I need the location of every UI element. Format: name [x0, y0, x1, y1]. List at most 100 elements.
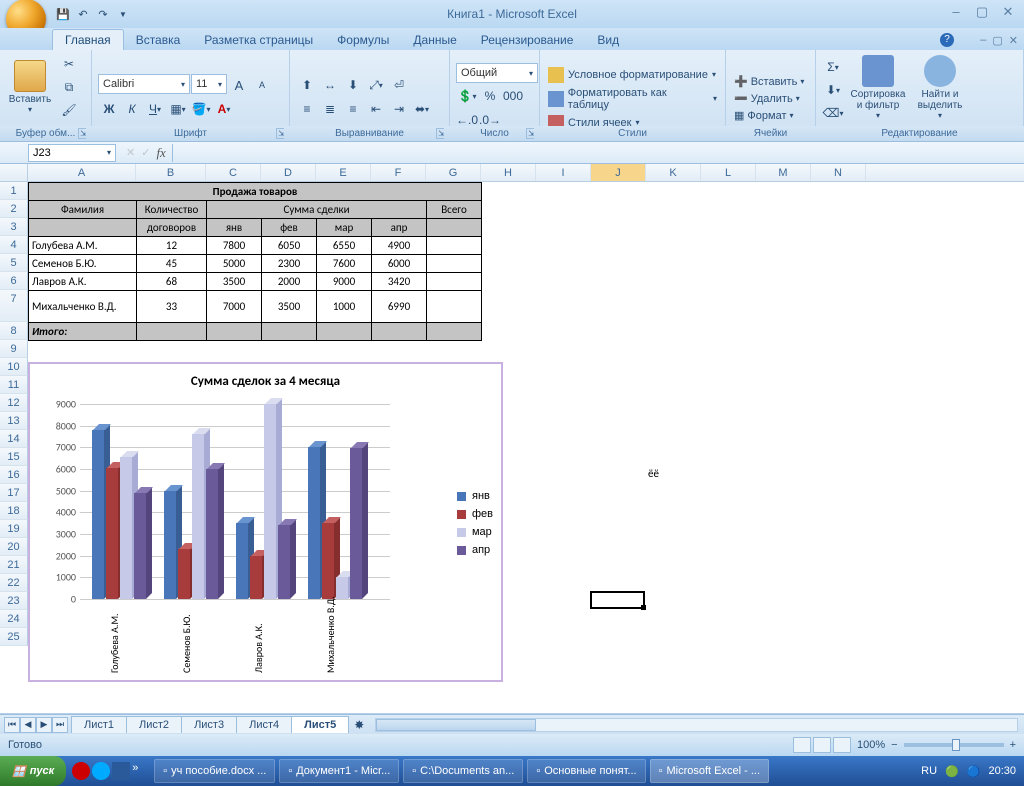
- tab-review[interactable]: Рецензирование: [469, 30, 586, 50]
- underline-button[interactable]: Ч▾: [144, 98, 166, 120]
- cut-icon[interactable]: ✂: [58, 53, 80, 75]
- tab-view[interactable]: Вид: [585, 30, 631, 50]
- row-header[interactable]: 11: [0, 376, 28, 394]
- row-header[interactable]: 8: [0, 322, 28, 340]
- ql-opera-icon[interactable]: [72, 762, 90, 780]
- row-header[interactable]: 21: [0, 556, 28, 574]
- row-header[interactable]: 16: [0, 466, 28, 484]
- taskbar-item[interactable]: ▫Основные понят...: [527, 759, 645, 783]
- wrap-text-icon[interactable]: ⏎: [388, 74, 410, 96]
- row-header[interactable]: 19: [0, 520, 28, 538]
- row-header[interactable]: 6: [0, 272, 28, 290]
- delete-cells-button[interactable]: ➖Удалить▾: [732, 91, 802, 106]
- formula-input[interactable]: [172, 144, 1024, 162]
- fill-color-icon[interactable]: 🪣▾: [190, 98, 212, 120]
- align-top-icon[interactable]: ⬆: [296, 74, 318, 96]
- row-header[interactable]: 12: [0, 394, 28, 412]
- tab-nav-first-icon[interactable]: ⏮: [4, 717, 20, 733]
- view-buttons[interactable]: [793, 737, 851, 753]
- copy-icon[interactable]: ⧉: [58, 76, 80, 98]
- format-cells-button[interactable]: ▦Формат▾: [732, 108, 796, 123]
- sheet-tab[interactable]: Лист3: [181, 716, 237, 733]
- tab-layout[interactable]: Разметка страницы: [192, 30, 325, 50]
- borders-icon[interactable]: ▦▾: [167, 98, 189, 120]
- row-header[interactable]: 1: [0, 182, 28, 200]
- paste-button[interactable]: Вставить ▾: [6, 53, 54, 121]
- fx-icon[interactable]: fx: [156, 145, 165, 161]
- tab-home[interactable]: Главная: [52, 29, 124, 50]
- column-headers[interactable]: A B CDEFGHIJKLMN: [0, 164, 1024, 182]
- font-name-select[interactable]: Calibri▾: [98, 74, 190, 94]
- row-header[interactable]: 25: [0, 628, 28, 646]
- new-sheet-icon[interactable]: ✸: [349, 714, 369, 736]
- save-icon[interactable]: 💾: [54, 5, 72, 23]
- merge-center-icon[interactable]: ⬌▾: [411, 98, 433, 120]
- bold-button[interactable]: Ж: [98, 98, 120, 120]
- taskbar-item[interactable]: ▫Документ1 - Micr...: [279, 759, 399, 783]
- row-header[interactable]: 4: [0, 236, 28, 254]
- sheet-tab[interactable]: Лист2: [126, 716, 182, 733]
- doc-close-button[interactable]: ✕: [1009, 34, 1018, 47]
- select-all-corner[interactable]: [0, 164, 28, 181]
- minimize-button[interactable]: –: [946, 4, 966, 20]
- orientation-icon[interactable]: ⤢▾: [365, 74, 387, 96]
- row-header[interactable]: 3: [0, 218, 28, 236]
- sort-filter-button[interactable]: Сортировка и фильтр▾: [848, 53, 908, 121]
- zoom-in-button[interactable]: +: [1010, 739, 1016, 751]
- currency-icon[interactable]: 💲▾: [456, 85, 478, 107]
- tray-icon[interactable]: 🟢: [945, 765, 959, 778]
- row-header[interactable]: 17: [0, 484, 28, 502]
- tray-icon[interactable]: 🔵: [967, 765, 981, 778]
- ql-word-icon[interactable]: [112, 762, 130, 780]
- row-header[interactable]: 23: [0, 592, 28, 610]
- row-header[interactable]: 7: [0, 290, 28, 322]
- worksheet-grid[interactable]: A B CDEFGHIJKLMN 12345678910111213141516…: [0, 164, 1024, 714]
- redo-icon[interactable]: ↷: [94, 5, 112, 23]
- horizontal-scrollbar[interactable]: [375, 718, 1018, 732]
- tab-formulas[interactable]: Формулы: [325, 30, 401, 50]
- ql-skype-icon[interactable]: [92, 762, 110, 780]
- embedded-chart[interactable]: Сумма сделок за 4 месяца 010002000300040…: [28, 362, 503, 682]
- row-header[interactable]: 13: [0, 412, 28, 430]
- start-button[interactable]: 🪟 пуск: [0, 756, 66, 786]
- row-header[interactable]: 14: [0, 430, 28, 448]
- row-header[interactable]: 9: [0, 340, 28, 358]
- taskbar-item[interactable]: ▫уч пособие.docx ...: [154, 759, 275, 783]
- ql-more-icon[interactable]: »: [132, 762, 150, 780]
- fill-icon[interactable]: ⬇▾: [822, 79, 844, 101]
- font-color-icon[interactable]: A▾: [213, 98, 235, 120]
- sheet-tab[interactable]: Лист4: [236, 716, 292, 733]
- row-header[interactable]: 20: [0, 538, 28, 556]
- zoom-slider[interactable]: [904, 743, 1004, 747]
- row-headers[interactable]: 1234567891011121314151617181920212223242…: [0, 182, 28, 646]
- sheet-tab[interactable]: Лист1: [71, 716, 127, 733]
- shrink-font-icon[interactable]: A: [251, 74, 273, 96]
- close-button[interactable]: ✕: [998, 4, 1018, 20]
- format-as-table-button[interactable]: Форматировать как таблицу▾: [546, 86, 719, 112]
- undo-icon[interactable]: ↶: [74, 5, 92, 23]
- taskbar-item[interactable]: ▫C:\Documents an...: [403, 759, 523, 783]
- zoom-level[interactable]: 100%: [857, 739, 885, 751]
- tab-nav-prev-icon[interactable]: ◀: [20, 717, 36, 733]
- align-left-icon[interactable]: ≡: [296, 98, 318, 120]
- insert-cells-button[interactable]: ➕Вставить▾: [732, 74, 806, 89]
- number-format-select[interactable]: Общий▾: [456, 63, 538, 83]
- align-right-icon[interactable]: ≡: [342, 98, 364, 120]
- taskbar-item[interactable]: ▫Microsoft Excel - ...: [650, 759, 769, 783]
- grow-font-icon[interactable]: A: [228, 74, 250, 96]
- qat-customize-icon[interactable]: ▼: [114, 5, 132, 23]
- find-select-button[interactable]: Найти и выделить▾: [912, 53, 968, 121]
- doc-restore-button[interactable]: ▢: [992, 34, 1002, 47]
- align-bottom-icon[interactable]: ⬇: [342, 74, 364, 96]
- tab-insert[interactable]: Вставка: [124, 30, 193, 50]
- clock[interactable]: 20:30: [988, 765, 1016, 777]
- row-header[interactable]: 5: [0, 254, 28, 272]
- sheet-tab[interactable]: Лист5: [291, 716, 349, 733]
- help-icon[interactable]: ?: [940, 33, 954, 47]
- row-header[interactable]: 15: [0, 448, 28, 466]
- increase-indent-icon[interactable]: ⇥: [388, 98, 410, 120]
- italic-button[interactable]: К: [121, 98, 143, 120]
- tab-nav-next-icon[interactable]: ▶: [36, 717, 52, 733]
- enter-formula-icon[interactable]: ✓: [141, 146, 150, 159]
- maximize-button[interactable]: ▢: [972, 4, 992, 20]
